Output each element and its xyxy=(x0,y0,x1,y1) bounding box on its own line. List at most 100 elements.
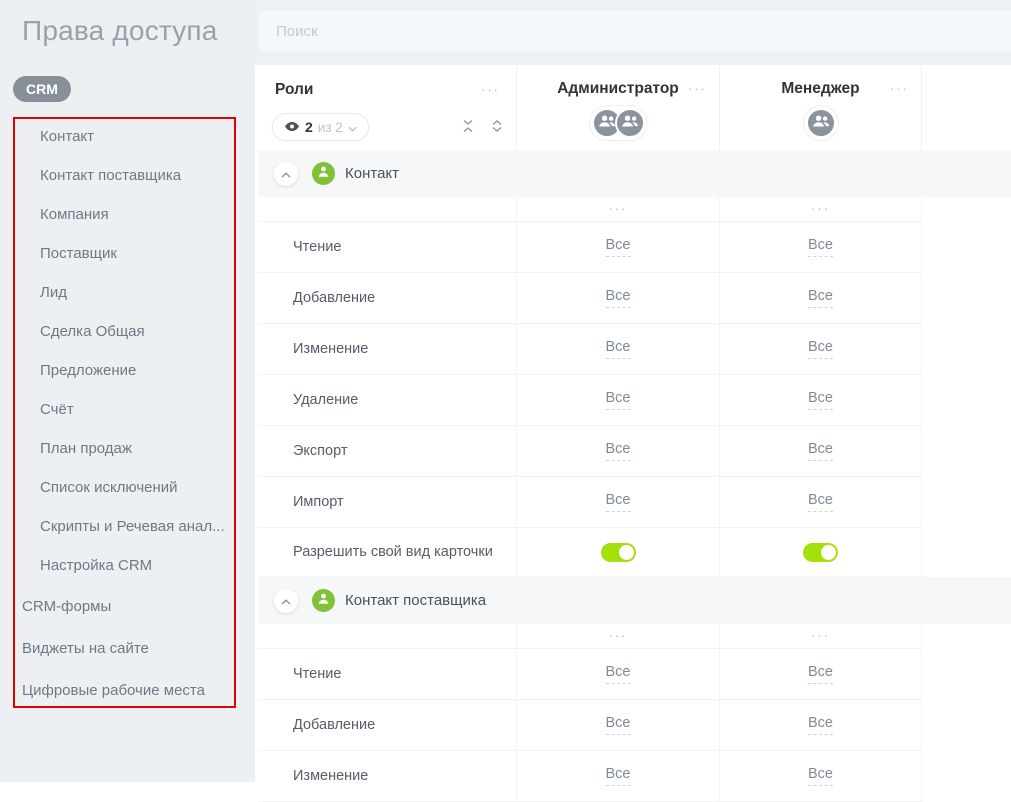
two-person-icon xyxy=(621,114,639,133)
role-column-header: Администратор··· xyxy=(517,65,720,150)
sidebar-item[interactable]: Контакт поставщика xyxy=(13,156,236,195)
section-title: Контакт поставщика xyxy=(345,592,486,609)
permission-cell: Все xyxy=(517,649,720,699)
collapse-all-icon xyxy=(461,119,475,136)
permission-value-link[interactable]: Все xyxy=(808,492,833,512)
roles-column-header: Роли ··· 2 из 2 xyxy=(258,65,517,150)
sidebar-section-item[interactable]: CRM-формы xyxy=(13,585,236,627)
sidebar-item[interactable]: Поставщик xyxy=(13,234,236,273)
sidebar-section-item[interactable]: Виджеты на сайте xyxy=(13,627,236,669)
crm-badge: CRM xyxy=(13,76,71,102)
permission-value-link[interactable]: Все xyxy=(808,288,833,308)
permission-value-link[interactable]: Все xyxy=(606,441,631,461)
menu-cell: ··· xyxy=(517,624,720,648)
avatar xyxy=(806,108,836,138)
collapse-section-button[interactable] xyxy=(274,589,298,613)
role-members[interactable] xyxy=(590,106,647,140)
permission-value-link[interactable]: Все xyxy=(606,390,631,410)
sidebar-section-item[interactable]: Цифровые рабочие места xyxy=(13,669,236,711)
expand-all-button[interactable] xyxy=(490,119,504,136)
permission-cell: Все xyxy=(720,426,922,476)
permission-value-link[interactable]: Все xyxy=(808,664,833,684)
permission-cell: Все xyxy=(517,273,720,323)
permission-value-link[interactable]: Все xyxy=(606,664,631,684)
permission-label: Чтение xyxy=(258,649,517,699)
sidebar-item[interactable]: Контакт xyxy=(13,117,236,156)
role-columns: Администратор···Менеджер··· xyxy=(517,65,922,150)
two-person-icon xyxy=(812,114,830,133)
permission-value-link[interactable]: Все xyxy=(606,339,631,359)
two-person-icon xyxy=(598,114,616,133)
table-row: ИзменениеВсеВсе xyxy=(258,751,922,802)
permission-value-link[interactable]: Все xyxy=(606,237,631,257)
sidebar-item[interactable]: Список исключений xyxy=(13,468,236,507)
roles-header-label: Роли xyxy=(275,81,313,99)
roles-filter-chip[interactable]: 2 из 2 xyxy=(272,113,369,141)
permission-cell xyxy=(720,528,922,576)
permission-value-link[interactable]: Все xyxy=(808,766,833,786)
permission-value-link[interactable]: Все xyxy=(808,339,833,359)
sidebar-item[interactable]: Сделка Общая xyxy=(13,312,236,351)
table-row: Добавление Все Все xyxy=(258,700,922,751)
row-menu-button[interactable]: ··· xyxy=(605,630,632,642)
person-icon xyxy=(317,592,330,610)
permission-cell: Все xyxy=(720,700,922,750)
permission-value-link[interactable]: Все xyxy=(606,715,631,735)
sidebar: Права доступа CRM КонтактКонтакт поставщ… xyxy=(0,0,255,782)
permission-value-link[interactable]: Все xyxy=(606,492,631,512)
permission-value-link[interactable]: Все xyxy=(808,390,833,410)
permission-value-link[interactable]: Все xyxy=(606,288,631,308)
permission-value-link[interactable]: Все xyxy=(808,715,833,735)
menu-cell: ··· xyxy=(517,197,720,221)
column-menu-button[interactable]: ··· xyxy=(886,83,913,95)
table-row: УдалениеВсеВсе xyxy=(258,375,922,426)
table-row: Чтение Все Все xyxy=(258,649,922,700)
search-input[interactable] xyxy=(258,10,1011,52)
permission-cell xyxy=(517,528,720,576)
sidebar-item[interactable]: Скрипты и Речевая анал... xyxy=(13,507,236,546)
permission-cell: Все xyxy=(720,324,922,374)
sidebar-item[interactable]: План продаж xyxy=(13,429,236,468)
permission-value-link[interactable]: Все xyxy=(808,237,833,257)
sidebar-item[interactable]: Компания xyxy=(13,195,236,234)
roles-menu-button[interactable]: ··· xyxy=(477,84,504,96)
filter-count: 2 xyxy=(305,119,313,135)
sidebar-item[interactable]: Лид xyxy=(13,273,236,312)
sidebar-item[interactable]: Счёт xyxy=(13,390,236,429)
toggle-knob xyxy=(821,545,836,560)
sidebar-menu: КонтактКонтакт поставщикаКомпанияПоставщ… xyxy=(13,117,236,711)
column-menu-button[interactable]: ··· xyxy=(684,83,711,95)
table-header-row: Роли ··· 2 из 2 xyxy=(258,65,1011,150)
chevron-up-icon xyxy=(281,593,291,608)
menu-cell: ··· xyxy=(720,624,922,648)
role-column-header: Менеджер··· xyxy=(720,65,922,150)
entity-icon xyxy=(312,589,335,612)
permission-cell: Все xyxy=(517,324,720,374)
sidebar-item[interactable]: Настройка CRM xyxy=(13,546,236,585)
table-row: Изменение Все Все xyxy=(258,324,922,375)
row-menu-button[interactable]: ··· xyxy=(605,203,632,215)
toggle-knob xyxy=(619,545,634,560)
permission-cell: Все xyxy=(517,477,720,527)
permission-cell: Все xyxy=(720,649,922,699)
row-menu-button[interactable]: ··· xyxy=(807,630,834,642)
row-menu-button[interactable]: ··· xyxy=(807,203,834,215)
collapse-all-button[interactable] xyxy=(461,119,475,136)
empty-cell xyxy=(258,624,517,648)
table-row: ИмпортВсеВсе xyxy=(258,477,922,528)
collapse-section-button[interactable] xyxy=(274,162,298,186)
role-members[interactable] xyxy=(804,106,838,140)
sidebar-item[interactable]: Предложение xyxy=(13,351,236,390)
permission-value-link[interactable]: Все xyxy=(606,766,631,786)
permission-toggle[interactable] xyxy=(601,543,636,562)
access-rights-page: Права доступа CRM КонтактКонтакт поставщ… xyxy=(0,0,1011,782)
permission-label: Изменение xyxy=(258,324,517,374)
permission-label: Добавление xyxy=(258,700,517,750)
permission-cell: Все xyxy=(720,273,922,323)
permission-value-link[interactable]: Все xyxy=(808,441,833,461)
permission-label: Разрешить свой вид карточки xyxy=(258,528,517,576)
permission-cell: Все xyxy=(517,751,720,801)
permission-toggle[interactable] xyxy=(803,543,838,562)
section-header: Контакт xyxy=(258,150,1011,197)
section-title: Контакт xyxy=(345,165,399,182)
